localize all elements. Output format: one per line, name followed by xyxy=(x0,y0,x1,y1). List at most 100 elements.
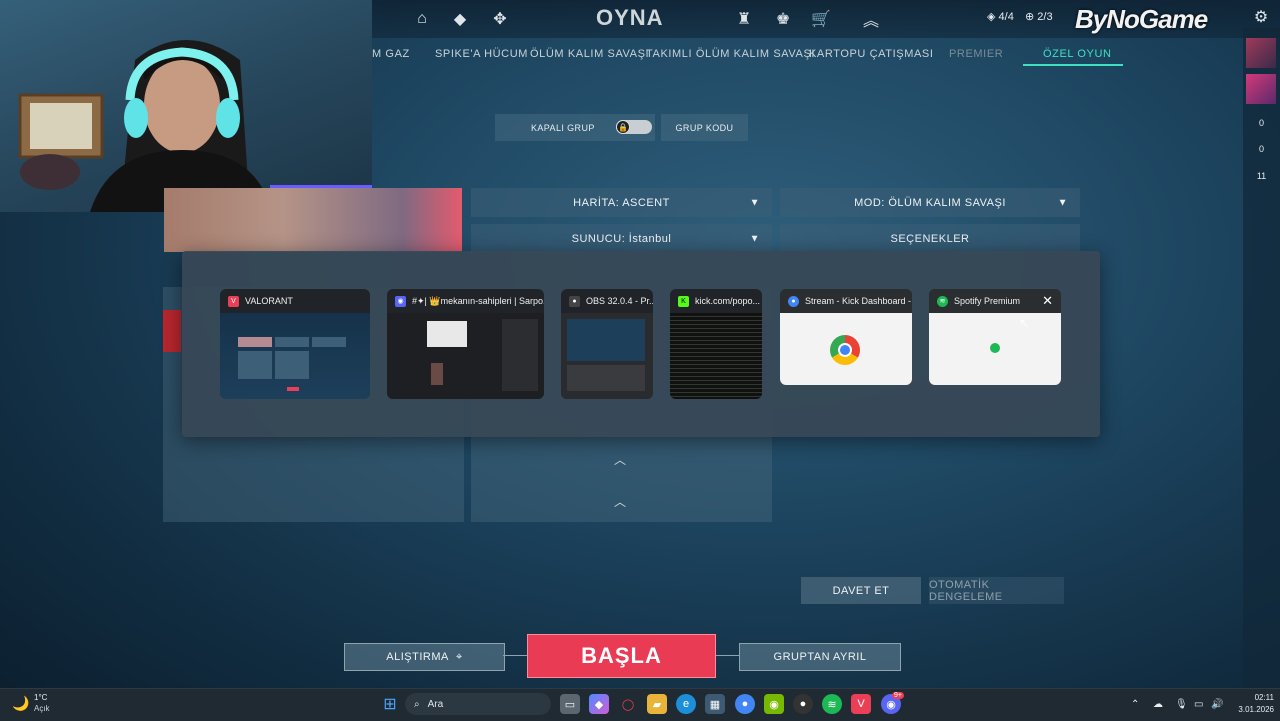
rank-icon[interactable]: ︽ xyxy=(858,8,884,30)
auto-balance-button[interactable]: OTOMATİK DENGELEME xyxy=(929,577,1064,604)
spotify-taskbar-icon[interactable]: ≋ xyxy=(822,694,842,714)
premier-count-value: 2/3 xyxy=(1037,11,1053,23)
obs-icon: ● xyxy=(569,295,580,307)
window-thumb-chrome[interactable]: ● Stream - Kick Dashboard - ... xyxy=(780,289,912,385)
windows-taskbar xyxy=(0,688,1280,721)
avatar[interactable] xyxy=(1246,38,1276,68)
window-preview xyxy=(561,313,653,399)
search-placeholder: Ara xyxy=(427,698,444,710)
mode-tab-spike[interactable]: SPIKE'A HÜCUM xyxy=(435,48,528,60)
valorant-taskbar-icon[interactable]: V xyxy=(851,694,871,714)
mode-tab-snowball[interactable]: KARTOPU ÇATIŞMASI xyxy=(809,48,934,60)
avatar[interactable] xyxy=(1246,74,1276,104)
collection-icon[interactable]: ♚ xyxy=(772,8,794,30)
chrome-icon: ● xyxy=(788,295,799,307)
window-title: Stream - Kick Dashboard - ... xyxy=(805,296,912,306)
dropdown-arrow-icon: ▼ xyxy=(1057,197,1068,208)
watermark-logo: ByNoGame xyxy=(1075,4,1208,34)
window-thumb-kick[interactable]: Kkick.com/popo... xyxy=(670,289,762,399)
window-title: OBS 32.0.4 - Pr... xyxy=(586,296,653,306)
options-button[interactable]: SEÇENEKLER xyxy=(780,224,1080,253)
notification-badge: 9+ xyxy=(892,692,904,699)
taskbar-search[interactable]: ⌕ Ara xyxy=(405,693,551,715)
divider-line xyxy=(716,655,740,656)
weather-desc[interactable]: Açık xyxy=(34,704,50,713)
page-title[interactable]: OYNA xyxy=(596,5,664,31)
file-explorer-icon[interactable]: ▰ xyxy=(647,694,667,714)
settings-gear-icon[interactable]: ⚙ xyxy=(1250,6,1272,28)
opera-icon[interactable]: ◯ xyxy=(618,694,638,714)
player-card[interactable] xyxy=(163,310,181,352)
window-title: #✦| 👑mekanın-sahipleri | Sarpo... xyxy=(412,295,544,306)
nvidia-icon[interactable]: ◉ xyxy=(764,694,784,714)
window-preview xyxy=(670,313,762,399)
network-icon[interactable]: ▭ xyxy=(1194,699,1203,710)
task-view-icon[interactable]: ▭ xyxy=(560,694,580,714)
side-count: 0 xyxy=(1258,144,1264,154)
window-preview xyxy=(929,313,1061,385)
microphone-icon[interactable]: 🎙 xyxy=(1175,699,1188,710)
premier-count: ⊕ 2/3 xyxy=(1025,11,1053,23)
career-icon[interactable]: ✥ xyxy=(489,8,511,30)
home-icon[interactable]: ⌂ xyxy=(411,8,433,30)
volume-icon[interactable]: 🔊 xyxy=(1211,699,1223,710)
kick-icon: K xyxy=(678,295,689,307)
tray-chevron-up-icon[interactable]: ⌃ xyxy=(1131,699,1139,710)
window-thumb-spotify[interactable]: ≋ Spotify Premium ✕ xyxy=(929,289,1061,385)
practice-label: ALIŞTIRMA xyxy=(386,651,449,663)
server-select[interactable]: SUNUCU: İstanbul ▼ xyxy=(471,224,772,253)
moon-weather-icon[interactable]: 🌙 xyxy=(12,695,29,712)
chrome-taskbar-icon[interactable]: ● xyxy=(735,694,755,714)
active-tab-indicator xyxy=(1023,64,1123,66)
window-preview xyxy=(780,313,912,385)
party-count: ◈ 4/4 xyxy=(987,11,1014,23)
group-code-button[interactable]: GRUP KODU xyxy=(661,114,748,141)
invite-button[interactable]: DAVET ET xyxy=(801,577,921,604)
webcam-image xyxy=(18,40,372,212)
side-count: 0 xyxy=(1258,118,1264,128)
window-title: VALORANT xyxy=(245,296,293,306)
closed-group-label: KAPALI GRUP xyxy=(531,122,595,133)
obs-taskbar-icon[interactable]: ● xyxy=(793,694,813,714)
practice-button[interactable]: ALIŞTIRMA ⌖ xyxy=(344,643,505,671)
spotify-icon: ≋ xyxy=(937,295,948,307)
webcam-overlay xyxy=(0,0,372,212)
weather-temp[interactable]: 1°C xyxy=(34,693,47,702)
dropdown-arrow-icon: ▼ xyxy=(749,197,760,208)
side-count: 11 xyxy=(1256,171,1267,181)
mode-tab-0[interactable]: M GAZ xyxy=(372,48,410,60)
mode-tab-premier[interactable]: PREMIER xyxy=(949,48,1003,60)
agents-icon[interactable]: ◆ xyxy=(449,8,471,30)
search-icon: ⌕ xyxy=(414,698,420,710)
map-select[interactable]: HARİTA: ASCENT ▼ xyxy=(471,188,772,217)
cloud-icon[interactable]: ☁ xyxy=(1153,699,1163,710)
server-select-label: SUNUCU: İstanbul xyxy=(571,232,672,245)
mode-tab-team-deathmatch[interactable]: TAKIMLI ÖLÜM KALIM SAVAŞI xyxy=(646,48,815,60)
divider-line xyxy=(503,655,527,656)
leave-group-button[interactable]: GRUPTAN AYRIL xyxy=(739,643,901,671)
edge-icon[interactable]: e xyxy=(676,694,696,714)
window-thumb-discord[interactable]: ◉ #✦| 👑mekanın-sahipleri | Sarpo... xyxy=(387,289,544,399)
store-app-icon[interactable]: ▦ xyxy=(705,694,725,714)
crosshair-icon: ⌖ xyxy=(456,650,463,663)
clock-date[interactable]: 3.01.2026 xyxy=(1228,705,1274,714)
chevron-up-icon[interactable]: ︿ xyxy=(614,451,626,468)
close-icon[interactable]: ✕ xyxy=(1042,293,1053,309)
map-select-label: HARİTA: ASCENT xyxy=(573,196,670,209)
store-icon[interactable]: 🛒 xyxy=(810,8,832,30)
window-thumb-valorant[interactable]: V VALORANT xyxy=(220,289,370,399)
window-thumb-obs[interactable]: ● OBS 32.0.4 - Pr... xyxy=(561,289,653,399)
valorant-icon: V xyxy=(228,295,239,307)
start-button[interactable]: BAŞLA xyxy=(527,634,716,678)
chevron-up-icon[interactable]: ︿ xyxy=(614,493,626,510)
dropdown-arrow-icon: ▼ xyxy=(749,233,760,244)
mode-tab-deathmatch[interactable]: ÖLÜM KALIM SAVAŞI xyxy=(530,48,649,60)
mode-tab-custom-game[interactable]: ÖZEL OYUN xyxy=(1043,48,1112,60)
mode-select[interactable]: MOD: ÖLÜM KALIM SAVAŞI ▼ xyxy=(780,188,1080,217)
mode-select-label: MOD: ÖLÜM KALIM SAVAŞI xyxy=(854,196,1006,209)
copilot-icon[interactable]: ◆ xyxy=(589,694,609,714)
windows-start-icon[interactable]: ⊞ xyxy=(380,694,400,714)
clock-time[interactable]: 02:11 xyxy=(1236,693,1274,702)
battlepass-icon[interactable]: ♜ xyxy=(733,8,755,30)
lock-icon: 🔒 xyxy=(616,120,630,134)
